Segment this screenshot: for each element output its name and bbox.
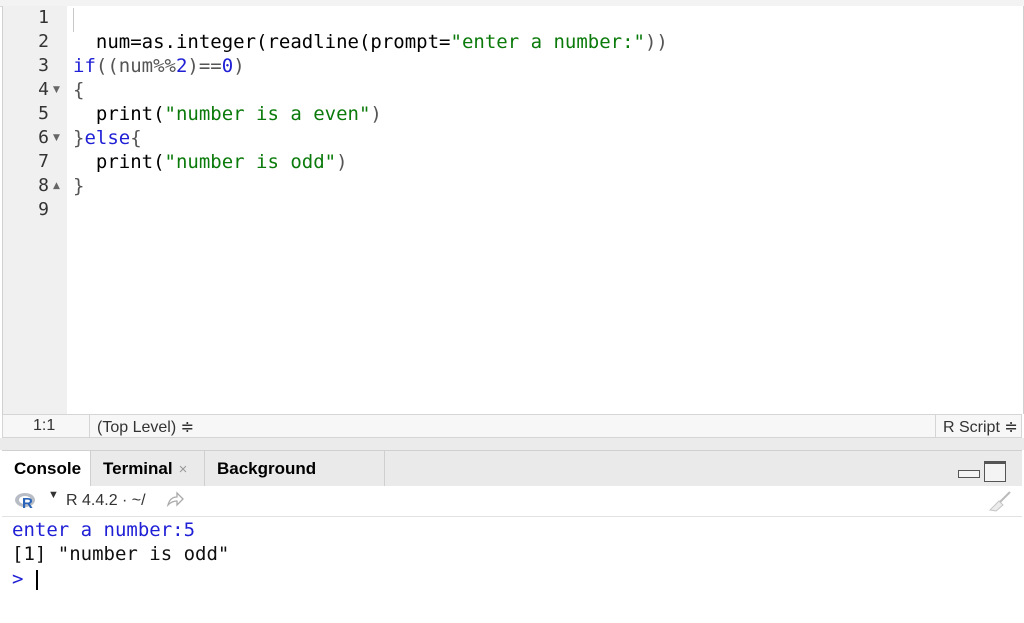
console-input-line: enter a number:5 (12, 519, 196, 541)
minimize-icon[interactable] (958, 470, 980, 478)
code-token: ) (336, 151, 348, 173)
code-token: { (130, 127, 142, 149)
code-line-4[interactable]: { (73, 78, 84, 102)
keyword-token: if (73, 55, 96, 77)
number-token: 2 (175, 55, 188, 77)
line-number: 8 (38, 175, 49, 196)
code-token: { (73, 79, 85, 101)
code-token: print( (73, 151, 165, 173)
fold-collapse-icon[interactable]: ▼ (53, 78, 63, 102)
code-line-2[interactable]: num=as.integer(readline(prompt="enter a … (73, 30, 668, 54)
divider (89, 415, 90, 437)
chevron-down-icon[interactable]: ▼ (48, 489, 59, 501)
tab-console[interactable]: Console (2, 451, 91, 487)
tab-terminal[interactable]: Terminal × (91, 451, 205, 487)
console-tab-bar: Console Terminal × Background Jobs× (2, 450, 1022, 514)
rstudio-window: 1 2 3 4 5 6 7 8 9 ▼ ▼ ▲ num=as.integer(r… (0, 0, 1024, 623)
console-toolbar: R ▼ R 4.4.2 · ~/ (2, 486, 1022, 517)
text-cursor (73, 8, 74, 32)
line-number: 7 (38, 151, 49, 172)
tab-label: Console (14, 459, 82, 478)
file-type-selector[interactable]: R Script ≑ (943, 417, 1018, 437)
close-icon[interactable]: × (179, 461, 188, 478)
fold-collapse-icon[interactable]: ▼ (53, 126, 63, 150)
pane-splitter[interactable] (0, 438, 1024, 450)
code-token: )) (644, 31, 668, 53)
line-number: 9 (38, 199, 49, 220)
share-arrow-icon[interactable] (166, 490, 184, 510)
code-token: ) (370, 103, 382, 125)
keyword-token: else (84, 127, 131, 149)
tab-label: Terminal (103, 459, 173, 478)
divider (935, 415, 936, 437)
maximize-icon[interactable] (984, 461, 1006, 482)
code-line-3[interactable]: if((num%%2)==0) (73, 54, 245, 78)
code-token: ) (233, 55, 245, 77)
code-line-5[interactable]: print("number is a even") (73, 102, 382, 126)
code-line-6[interactable]: }else{ (73, 126, 142, 150)
line-number: 1 (38, 7, 49, 28)
line-number: 3 (38, 55, 49, 76)
code-line-7[interactable]: print("number is odd") (73, 150, 348, 174)
string-token: "number is a even" (164, 103, 371, 125)
line-number-gutter: 1 2 3 4 5 6 7 8 9 ▼ ▼ ▲ (3, 6, 67, 414)
code-token: print( (73, 103, 165, 125)
tab-background-jobs[interactable]: Background Jobs× (205, 451, 385, 514)
string-token: "number is odd" (164, 151, 337, 173)
broom-icon[interactable] (986, 490, 1014, 512)
fold-expand-icon[interactable]: ▲ (53, 174, 63, 198)
r-logo-icon: R (15, 493, 35, 511)
console-prompt[interactable]: > (12, 567, 23, 591)
code-token: ((num%% (95, 55, 176, 77)
code-line-8[interactable]: } (73, 174, 84, 198)
code-token: num=as.integer(readline(prompt= (73, 31, 451, 53)
editor-status-bar: 1:1 (Top Level) ≑ R Script ≑ (2, 414, 1022, 438)
code-token: } (73, 175, 85, 197)
line-number: 5 (38, 103, 49, 124)
console-cursor (36, 570, 38, 590)
line-number: 6 (38, 127, 49, 148)
line-number: 4 (38, 79, 49, 100)
string-token: "enter a number:" (450, 31, 645, 53)
console-output-line: [1] "number is odd" (12, 543, 230, 565)
code-token: )== (187, 55, 222, 77)
code-token: } (73, 127, 85, 149)
cursor-position: 1:1 (33, 417, 56, 434)
line-number: 2 (38, 31, 49, 52)
r-version-path: R 4.4.2 · ~/ (66, 492, 146, 509)
svg-text:R: R (22, 495, 33, 511)
number-token: 0 (221, 55, 234, 77)
source-editor[interactable]: 1 2 3 4 5 6 7 8 9 ▼ ▼ ▲ num=as.integer(r… (2, 6, 1024, 414)
scope-selector[interactable]: (Top Level) ≑ (97, 417, 194, 437)
